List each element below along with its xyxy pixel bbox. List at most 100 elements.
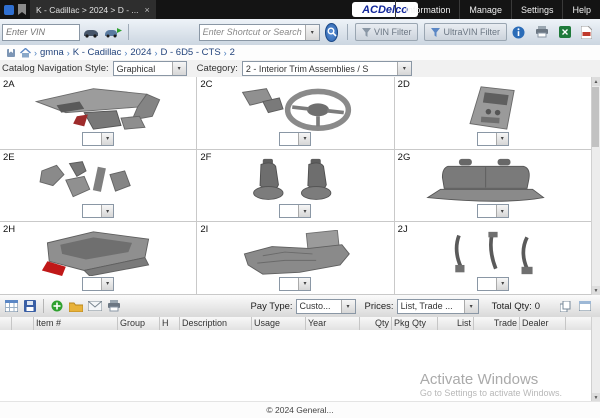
catalog-cell-2A[interactable]: 2A ▾: [0, 77, 198, 150]
category-label: Category:: [196, 63, 238, 74]
chevron-down-icon[interactable]: ▾: [463, 299, 478, 313]
cell-qty-select[interactable]: ▾: [82, 131, 115, 146]
vin-filter-button[interactable]: VIN Filter: [354, 23, 419, 41]
chevron-down-icon[interactable]: ▾: [340, 299, 355, 313]
breadcrumb-make[interactable]: K - Cadillac: [73, 47, 122, 58]
print-icon[interactable]: [106, 298, 122, 314]
catalog-cell-2J[interactable]: 2J ▾: [394, 222, 592, 295]
category-value: 2 - Interior Trim Assemblies / S: [245, 63, 369, 74]
table-scrollbar[interactable]: ▼: [591, 317, 600, 402]
scrollbar-thumb[interactable]: [592, 87, 599, 147]
part-image-front-seats[interactable]: [220, 158, 370, 207]
save-icon[interactable]: [22, 298, 38, 314]
cell-qty-select[interactable]: ▾: [477, 276, 510, 291]
catalog-cell-2E[interactable]: 2E ▾: [0, 149, 198, 223]
close-icon[interactable]: ×: [145, 5, 150, 15]
activate-windows-watermark: Activate Windows Go to Settings to activ…: [420, 371, 562, 398]
prices-select[interactable]: List, Trade ... ▾: [396, 298, 479, 314]
part-image-pedal-brackets[interactable]: [23, 158, 173, 207]
menu-help[interactable]: Help: [562, 0, 600, 19]
ultravin-filter-button[interactable]: UltraVIN Filter: [424, 23, 507, 41]
col-group[interactable]: Group: [118, 317, 160, 330]
cell-qty-select[interactable]: ▾: [82, 204, 115, 219]
footer: © 2024 General...: [0, 401, 600, 418]
export-icon[interactable]: [559, 26, 571, 38]
part-image-rear-seat[interactable]: [418, 158, 568, 207]
vin-input[interactable]: [2, 23, 80, 41]
vin-decode-icon[interactable]: [104, 27, 122, 38]
pay-type-select[interactable]: Custo... ▾: [295, 298, 356, 314]
scroll-up-icon[interactable]: ▲: [592, 77, 600, 86]
part-image-steering-wheel[interactable]: [220, 85, 370, 134]
catalog-cell-2F[interactable]: 2F ▾: [197, 149, 395, 223]
app-window: K - Cadillac > 2024 > D - ... × ACDelco …: [0, 0, 600, 418]
cell-qty-select[interactable]: ▾: [279, 276, 312, 291]
part-image-seat-belts[interactable]: [418, 230, 568, 279]
part-image-floor-carpet[interactable]: [220, 230, 370, 279]
chevron-down-icon[interactable]: ▾: [304, 24, 319, 40]
vehicle-icon[interactable]: [82, 27, 100, 38]
cell-qty-select[interactable]: ▾: [476, 204, 509, 219]
home-icon[interactable]: [20, 47, 31, 58]
menu-manage[interactable]: Manage: [459, 0, 511, 19]
email-icon[interactable]: [87, 298, 103, 314]
col-trade[interactable]: Trade: [474, 317, 520, 330]
chevron-down-icon[interactable]: ▾: [171, 62, 186, 75]
browser-tab[interactable]: K - Cadillac > 2024 > D - ... ×: [30, 0, 156, 19]
cell-label: 2J: [397, 224, 408, 236]
catalog-grid: 2A ▾ 2C ▾ 2D ▾ 2E ▾ 2F ▾ 2G ▾ 2H ▾ 2I ▾ …: [0, 77, 592, 295]
parts-table-header: Item # Group H Description Usage Year Qt…: [0, 317, 592, 331]
expand-window-icon[interactable]: [577, 298, 593, 314]
nav-style-select[interactable]: Graphical ▾: [112, 61, 187, 76]
category-select[interactable]: 2 - Interior Trim Assemblies / S ▾: [241, 61, 412, 76]
menu-settings[interactable]: Settings: [510, 0, 563, 19]
part-image-instrument-panel[interactable]: [23, 85, 173, 134]
col-qty[interactable]: Qty: [360, 317, 392, 330]
col-h[interactable]: H: [160, 317, 180, 330]
col-pkg-qty[interactable]: Pkg Qty: [392, 317, 438, 330]
col-usage[interactable]: Usage: [252, 317, 306, 330]
scroll-down-icon[interactable]: ▼: [592, 286, 600, 295]
catalog-cell-2D[interactable]: 2D ▾: [394, 77, 592, 150]
pdf-icon[interactable]: [581, 25, 592, 39]
part-image-trunk-trim[interactable]: [23, 230, 173, 279]
grid-scrollbar[interactable]: ▲ ▼: [591, 77, 600, 295]
col-dealer[interactable]: Dealer: [520, 317, 566, 330]
col-list[interactable]: List: [438, 317, 474, 330]
breadcrumb: › gmna › K - Cadillac › 2024 › D - 6D5 -…: [0, 45, 600, 61]
cell-qty-select[interactable]: ▾: [82, 276, 115, 291]
copy-icon[interactable]: [557, 298, 573, 314]
bookmark-icon[interactable]: [6, 48, 16, 58]
breadcrumb-model[interactable]: D - 6D5 - CTS: [160, 47, 220, 58]
pin-icon[interactable]: [18, 4, 26, 15]
add-icon[interactable]: [49, 298, 65, 314]
catalog-cell-2I[interactable]: 2I ▾: [197, 222, 395, 295]
part-image-center-console[interactable]: [418, 85, 568, 134]
col-year[interactable]: Year: [306, 317, 360, 330]
catalog-cell-2C[interactable]: 2C ▾: [197, 77, 395, 150]
cell-qty-select[interactable]: ▾: [279, 204, 312, 219]
breadcrumb-year[interactable]: 2024: [130, 47, 151, 58]
cell-qty-select[interactable]: ▾: [279, 131, 312, 146]
grid-view-icon[interactable]: [3, 298, 19, 314]
breadcrumb-category[interactable]: 2: [230, 47, 235, 58]
col-item[interactable]: Item #: [34, 317, 118, 330]
main-toolbar: Enter Shortcut or Search ▾ VIN Filter Ul…: [0, 19, 600, 46]
top-menu: Information Manage Settings Help: [395, 0, 600, 19]
shortcut-search-combobox[interactable]: Enter Shortcut or Search ▾: [198, 23, 320, 41]
print-icon[interactable]: [535, 26, 549, 38]
app-icon[interactable]: [4, 4, 14, 15]
col-description[interactable]: Description: [180, 317, 252, 330]
catalog-cell-2G[interactable]: 2G ▾: [394, 149, 592, 223]
breadcrumb-gmna[interactable]: gmna: [40, 47, 64, 58]
search-button[interactable]: [324, 22, 339, 42]
chevron-down-icon[interactable]: ▾: [396, 62, 411, 75]
menu-information[interactable]: Information: [395, 0, 459, 19]
chevron-right-icon: ›: [154, 47, 158, 58]
chevron-down-icon: ▾: [496, 277, 509, 290]
open-folder-icon[interactable]: [68, 298, 84, 314]
cell-qty-select[interactable]: ▾: [476, 131, 509, 146]
catalog-cell-2H[interactable]: 2H ▾: [0, 222, 198, 295]
info-icon[interactable]: [512, 26, 525, 39]
pay-type-label: Pay Type:: [250, 300, 293, 312]
